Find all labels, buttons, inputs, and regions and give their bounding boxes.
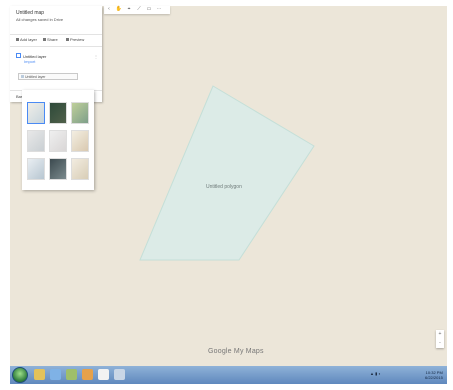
share-icon (43, 38, 46, 42)
preview-button[interactable]: Preview (66, 37, 84, 42)
media-icon[interactable] (50, 369, 61, 380)
firefox-icon[interactable] (82, 369, 93, 380)
basemap-whitewater-thumb[interactable] (71, 158, 89, 180)
map-toolbar: ‹ ✋ ⌖ ⟋ ▭ ⋯ (104, 6, 170, 14)
draw-line-icon[interactable]: ⟋ (134, 6, 144, 12)
layer-checkbox[interactable] (16, 53, 21, 58)
layer-menu-icon[interactable]: ⋮ (94, 54, 98, 59)
basemap-terrain-thumb[interactable] (71, 102, 89, 124)
polygon-label: Untitled polygon (206, 184, 242, 190)
basemap-mono-city-thumb[interactable] (49, 130, 67, 152)
layer-item[interactable]: Untitled layer (18, 73, 78, 80)
app-icon[interactable] (66, 369, 77, 380)
map-subtitle: All changes saved in Drive (16, 17, 64, 22)
zoom-out-button[interactable]: - (436, 339, 444, 348)
divider (10, 34, 102, 35)
system-tray[interactable]: ▲ ▮ ◐ (370, 371, 381, 376)
hand-icon[interactable]: ✋ (114, 6, 124, 12)
taskbar-clock[interactable]: 10:32 PM 6/22/2015 (425, 370, 443, 380)
base-map-picker (22, 90, 94, 190)
divider (10, 46, 102, 47)
basemap-dark-landmass-thumb[interactable] (49, 158, 67, 180)
zoom-in-button[interactable]: + (436, 330, 444, 339)
ruler-icon[interactable]: ▭ (144, 6, 154, 12)
google-logo: Google My Maps (208, 348, 264, 355)
basemap-light-landmass-thumb[interactable] (27, 158, 45, 180)
undo-icon[interactable]: ‹ (104, 6, 114, 12)
basemap-simple-atlas-thumb[interactable] (71, 130, 89, 152)
map-title[interactable]: Untitled map (16, 10, 44, 16)
windows-taskbar: ▲ ▮ ◐ 10:32 PM 6/22/2015 (10, 366, 447, 384)
basemap-map-thumb[interactable] (27, 102, 45, 124)
add-layer-icon (16, 38, 19, 42)
basemap-light-political-thumb[interactable] (27, 130, 45, 152)
share-button[interactable]: Share (43, 37, 58, 42)
more-icon[interactable]: ⋯ (154, 6, 164, 12)
add-layer-button[interactable]: Add layer (16, 37, 37, 42)
polygon-item-icon (21, 75, 24, 78)
zoom-control: + - (436, 330, 444, 348)
clock-date: 6/22/2015 (425, 375, 443, 380)
chrome-icon[interactable] (98, 369, 109, 380)
untitled-polygon[interactable] (139, 85, 315, 261)
import-link[interactable]: Import (24, 59, 35, 64)
start-button[interactable] (12, 367, 28, 383)
map-side-panel: Untitled map All changes saved in Drive … (10, 6, 102, 102)
pin-icon[interactable]: ⌖ (124, 6, 134, 12)
window-icon[interactable] (114, 369, 125, 380)
basemap-satellite-thumb[interactable] (49, 102, 67, 124)
preview-icon (66, 38, 69, 42)
folder-icon[interactable] (34, 369, 45, 380)
